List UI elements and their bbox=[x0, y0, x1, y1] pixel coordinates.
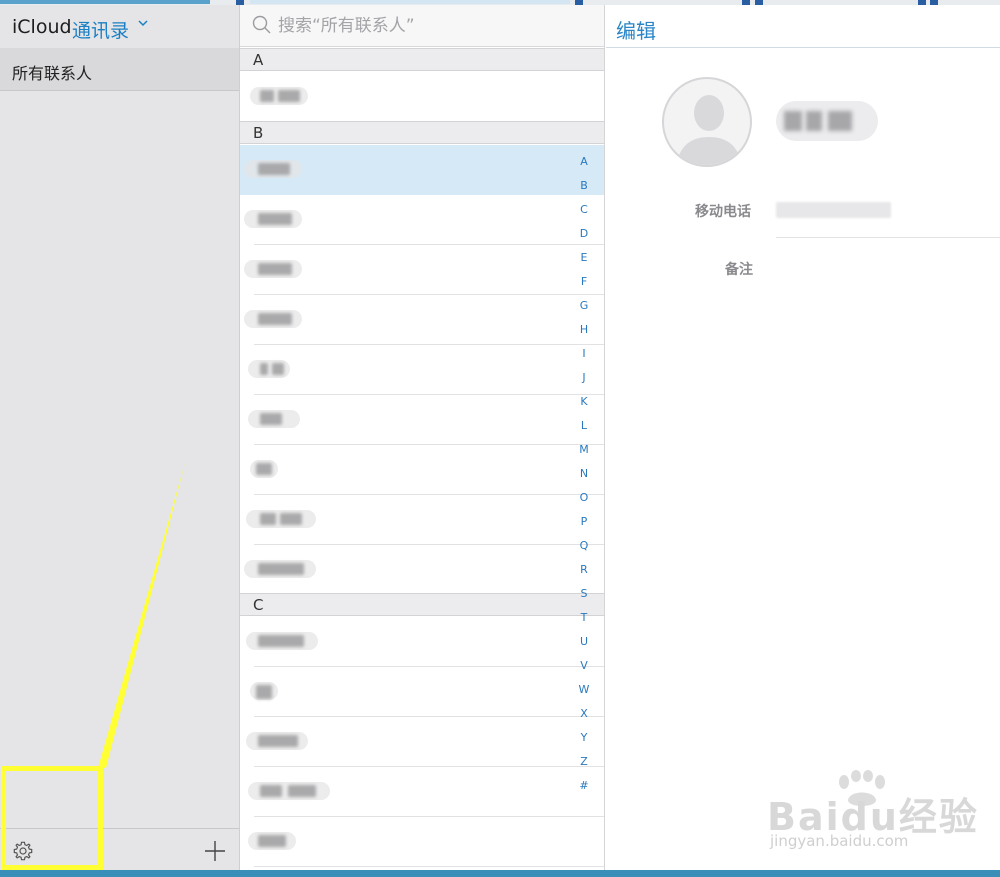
list-item[interactable] bbox=[240, 817, 604, 867]
list-item[interactable] bbox=[240, 767, 604, 817]
index-letter[interactable]: V bbox=[569, 659, 599, 683]
section-header-b: B bbox=[240, 121, 604, 144]
index-letter[interactable]: Z bbox=[569, 755, 599, 779]
index-letter[interactable]: F bbox=[569, 275, 599, 299]
index-letter[interactable]: P bbox=[569, 515, 599, 539]
index-letter[interactable]: K bbox=[569, 395, 599, 419]
highlight-box bbox=[1, 766, 103, 870]
person-silhouette-icon bbox=[676, 95, 742, 165]
index-letter[interactable]: R bbox=[569, 563, 599, 587]
list-item[interactable] bbox=[240, 295, 604, 345]
list-item[interactable] bbox=[240, 617, 604, 667]
index-letter[interactable]: Y bbox=[569, 731, 599, 755]
alphabet-index[interactable]: A B C D E F G H I J K L M N O P Q R S T … bbox=[569, 155, 599, 803]
index-letter[interactable]: A bbox=[569, 155, 599, 179]
list-item[interactable] bbox=[240, 717, 604, 767]
detail-header: 编辑 bbox=[606, 5, 1000, 48]
list-item[interactable] bbox=[240, 667, 604, 717]
field-label-mobile: 移动电话 bbox=[695, 204, 751, 220]
list-item[interactable] bbox=[240, 445, 604, 495]
index-letter[interactable]: B bbox=[569, 179, 599, 203]
list-item[interactable] bbox=[240, 72, 604, 122]
index-letter[interactable]: E bbox=[569, 251, 599, 275]
index-letter[interactable]: # bbox=[569, 779, 599, 803]
search-input[interactable] bbox=[278, 13, 578, 39]
contact-list: A B C bbox=[240, 5, 605, 872]
section-letter: A bbox=[253, 51, 264, 69]
index-letter[interactable]: W bbox=[569, 683, 599, 707]
browser-tab[interactable] bbox=[250, 0, 570, 4]
section-letter: B bbox=[253, 124, 264, 142]
contact-detail: 编辑 移动电话 备注 bbox=[606, 5, 1000, 872]
index-letter[interactable]: M bbox=[569, 443, 599, 467]
list-item[interactable] bbox=[240, 195, 604, 245]
index-letter[interactable]: C bbox=[569, 203, 599, 227]
bottom-bar bbox=[0, 870, 1000, 877]
watermark: Baidu经验 jingyan.baidu.com bbox=[762, 770, 982, 860]
index-letter[interactable]: J bbox=[569, 371, 599, 395]
index-letter[interactable]: I bbox=[569, 347, 599, 371]
list-item[interactable] bbox=[240, 245, 604, 295]
list-item[interactable] bbox=[240, 495, 604, 545]
list-item[interactable] bbox=[240, 145, 604, 195]
highlight-pointer bbox=[98, 463, 185, 768]
index-letter[interactable]: Q bbox=[569, 539, 599, 563]
index-letter[interactable]: T bbox=[569, 611, 599, 635]
index-letter[interactable]: S bbox=[569, 587, 599, 611]
avatar bbox=[662, 77, 752, 167]
index-letter[interactable]: H bbox=[569, 323, 599, 347]
section-header-a: A bbox=[240, 48, 604, 71]
list-item[interactable] bbox=[240, 545, 604, 595]
index-letter[interactable]: O bbox=[569, 491, 599, 515]
search-bar bbox=[240, 5, 604, 47]
index-letter[interactable]: U bbox=[569, 635, 599, 659]
index-letter[interactable]: G bbox=[569, 299, 599, 323]
index-letter[interactable]: D bbox=[569, 227, 599, 251]
search-icon bbox=[252, 15, 271, 34]
edit-button[interactable]: 编辑 bbox=[616, 15, 656, 44]
section-letter: C bbox=[253, 596, 264, 614]
section-header-c: C bbox=[240, 593, 604, 616]
index-letter[interactable]: L bbox=[569, 419, 599, 443]
contact-name-redacted bbox=[776, 101, 878, 141]
watermark-url: jingyan.baidu.com bbox=[770, 832, 909, 850]
field-divider bbox=[776, 237, 1000, 238]
index-letter[interactable]: N bbox=[569, 467, 599, 491]
list-item[interactable] bbox=[240, 395, 604, 445]
list-item[interactable] bbox=[240, 345, 604, 395]
field-label-notes: 备注 bbox=[725, 262, 753, 278]
mobile-value-redacted bbox=[776, 202, 891, 218]
index-letter[interactable]: X bbox=[569, 707, 599, 731]
